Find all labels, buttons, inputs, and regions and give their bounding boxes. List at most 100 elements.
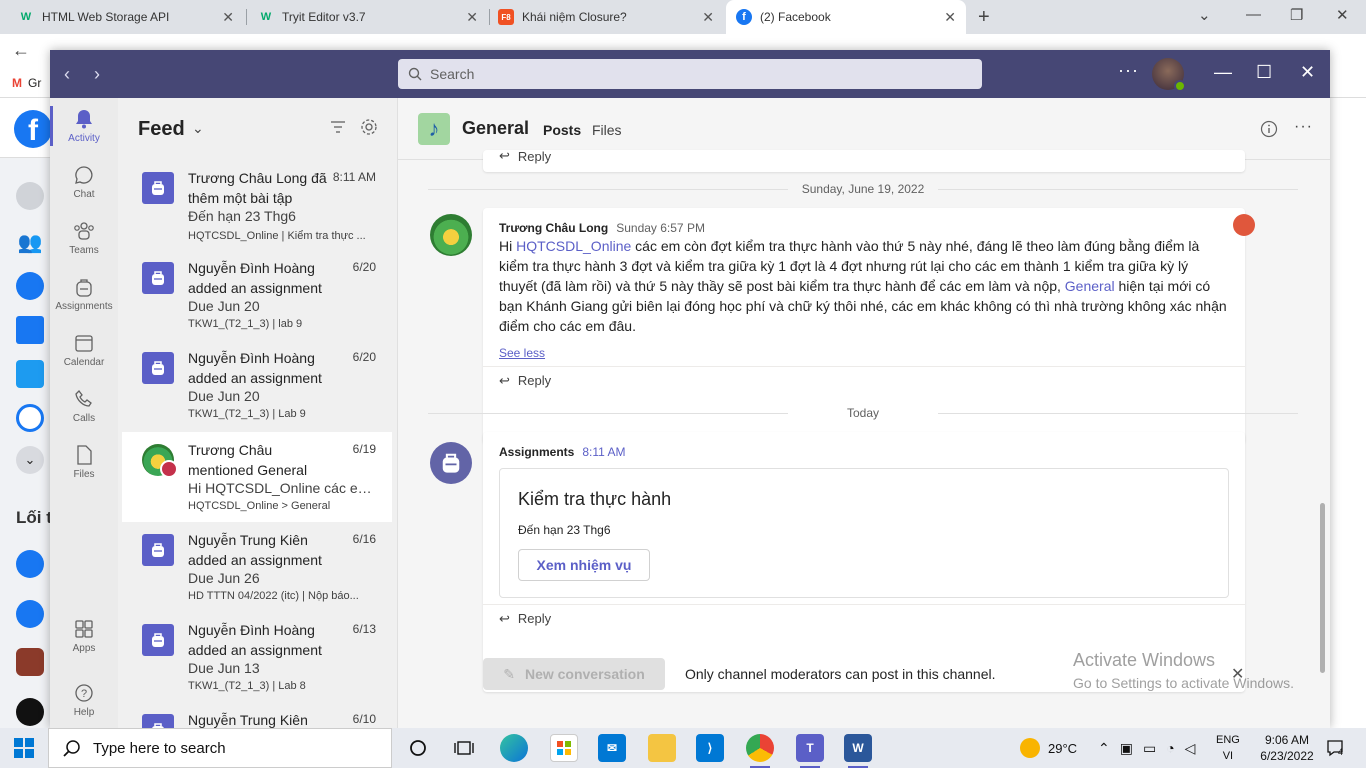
notification-center-icon[interactable]: 4 bbox=[1326, 739, 1344, 757]
feed-item[interactable]: Nguyễn Đình Hoàng added an assignment 6/… bbox=[122, 340, 392, 430]
rail-files[interactable]: Files bbox=[50, 434, 118, 490]
teams-search-input[interactable]: Search bbox=[398, 59, 982, 89]
facebook-icon: f bbox=[736, 9, 752, 25]
mention-link[interactable]: HQTCSDL_Online bbox=[516, 238, 631, 254]
rail-calendar[interactable]: Calendar bbox=[50, 322, 118, 378]
memories-icon[interactable] bbox=[16, 404, 44, 432]
new-tab-button[interactable]: + bbox=[978, 6, 990, 29]
file-explorer-icon[interactable] bbox=[648, 734, 676, 762]
teams-taskbar-icon[interactable]: T bbox=[796, 734, 824, 768]
volume-icon[interactable]: ◁ bbox=[1185, 740, 1196, 757]
close-browser-icon[interactable]: ✕ bbox=[1336, 6, 1349, 24]
feed-item-subtitle: Hi HQTCSDL_Online các em ... bbox=[188, 480, 378, 496]
rail-label: Chat bbox=[73, 189, 95, 200]
close-icon[interactable]: ✕ bbox=[1300, 62, 1315, 83]
minimize-browser-icon[interactable]: — bbox=[1246, 6, 1261, 23]
rail-teams[interactable]: Teams bbox=[50, 210, 118, 266]
taskbar-search-input[interactable]: Type here to search bbox=[48, 728, 392, 768]
rail-activity[interactable]: Activity bbox=[50, 98, 118, 154]
meet-icon[interactable]: ▣ bbox=[1120, 740, 1133, 757]
feed-item[interactable]: Nguyễn Trung Kiên 6/10 bbox=[122, 702, 392, 728]
browser-tab-tryit[interactable]: W Tryit Editor v3.7 ✕ bbox=[248, 0, 488, 34]
cortana-icon[interactable] bbox=[404, 734, 432, 762]
reply-button[interactable]: ↩ Reply bbox=[483, 366, 1245, 394]
group-shortcut-icon[interactable] bbox=[16, 600, 44, 628]
chevron-up-icon[interactable]: ⌃ bbox=[1098, 740, 1110, 757]
assignments-bot-avatar bbox=[430, 442, 472, 484]
mail-icon[interactable]: ✉ bbox=[598, 734, 626, 762]
close-tab-icon[interactable]: ✕ bbox=[466, 9, 478, 26]
reply-button[interactable]: ↩ Reply bbox=[483, 150, 1245, 170]
post-author[interactable]: Assignments bbox=[499, 445, 574, 459]
feed-item-title: Nguyễn Đình Hoàng added an assignment bbox=[188, 350, 322, 386]
marketplace-icon[interactable] bbox=[16, 316, 44, 344]
windows-start-icon[interactable] bbox=[14, 738, 34, 761]
mention-link[interactable]: General bbox=[1065, 278, 1115, 294]
facebook-logo-icon[interactable]: f bbox=[14, 110, 52, 148]
rail-calls[interactable]: Calls bbox=[50, 378, 118, 434]
chrome-icon[interactable] bbox=[746, 734, 774, 768]
word-icon[interactable]: W bbox=[844, 734, 872, 768]
clock-date: 6/23/2022 bbox=[1260, 749, 1314, 763]
feed-item-selected[interactable]: Trương Châu mentioned General 6/19 Hi HQ… bbox=[122, 432, 392, 522]
tab-search-icon[interactable]: ⌄ bbox=[1198, 6, 1211, 24]
feed-item[interactable]: Nguyễn Đình Hoàng added an assignment 6/… bbox=[122, 612, 392, 702]
group-shortcut-icon[interactable] bbox=[16, 550, 44, 578]
close-icon[interactable]: ✕ bbox=[1231, 664, 1244, 684]
feed-item[interactable]: Nguyễn Đình Hoàng added an assignment 6/… bbox=[122, 250, 392, 340]
assignment-due: Đến hạn 23 Thg6 bbox=[518, 523, 611, 537]
close-tab-icon[interactable]: ✕ bbox=[702, 9, 714, 26]
close-tab-icon[interactable]: ✕ bbox=[944, 9, 956, 26]
more-options-icon[interactable]: ··· bbox=[1118, 60, 1139, 81]
see-more-icon[interactable]: ⌄ bbox=[16, 446, 44, 474]
new-conversation-button[interactable]: ✎ New conversation bbox=[483, 658, 665, 690]
game-shortcut-icon[interactable] bbox=[16, 648, 44, 676]
see-less-link[interactable]: See less bbox=[499, 346, 545, 360]
info-icon[interactable] bbox=[1260, 120, 1278, 141]
rail-chat[interactable]: Chat bbox=[50, 154, 118, 210]
watch-icon[interactable] bbox=[16, 360, 44, 388]
minimize-icon[interactable]: — bbox=[1214, 62, 1232, 83]
feed-title[interactable]: Feed bbox=[138, 118, 185, 141]
browser-tab-web-storage[interactable]: W HTML Web Storage API ✕ bbox=[8, 0, 244, 34]
feed-item[interactable]: Trương Châu Long đã thêm một bài tập 8:1… bbox=[122, 160, 392, 250]
scrollbar[interactable] bbox=[1320, 503, 1325, 673]
post-time: Sunday 6:57 PM bbox=[616, 221, 705, 235]
rail-assignments[interactable]: Assignments bbox=[50, 266, 118, 322]
system-clock[interactable]: 9:06 AM 6/23/2022 bbox=[1252, 732, 1322, 764]
back-arrow-icon[interactable]: ‹ bbox=[64, 64, 70, 85]
vscode-icon[interactable]: ⟩ bbox=[696, 734, 724, 762]
post-author[interactable]: Trương Châu Long bbox=[499, 221, 608, 235]
more-options-icon[interactable]: ··· bbox=[1294, 118, 1313, 136]
shortcut-icon[interactable] bbox=[16, 698, 44, 726]
weather-widget[interactable]: 29°C bbox=[1020, 728, 1077, 768]
forward-arrow-icon[interactable]: › bbox=[94, 64, 100, 85]
filter-icon[interactable] bbox=[330, 120, 346, 137]
gear-icon[interactable] bbox=[360, 118, 378, 139]
chevron-down-icon[interactable]: ⌄ bbox=[192, 120, 204, 137]
edge-icon[interactable] bbox=[500, 734, 528, 762]
user-avatar[interactable] bbox=[1152, 58, 1186, 92]
view-assignment-button[interactable]: Xem nhiệm vụ bbox=[518, 549, 650, 581]
close-tab-icon[interactable]: ✕ bbox=[222, 9, 234, 26]
rail-apps[interactable]: Apps bbox=[50, 608, 118, 664]
profile-icon[interactable] bbox=[16, 182, 44, 210]
restore-browser-icon[interactable]: ❐ bbox=[1290, 6, 1303, 24]
browser-tab-closure[interactable]: F8 Khái niệm Closure? ✕ bbox=[488, 0, 724, 34]
bookmark-gmail[interactable]: M Gr bbox=[12, 76, 41, 90]
wifi-icon[interactable]: ◔ bbox=[1166, 740, 1174, 756]
task-view-icon[interactable] bbox=[450, 734, 478, 762]
language-indicator[interactable]: ENG VI bbox=[1216, 732, 1240, 764]
tab-files[interactable]: Files bbox=[592, 122, 622, 138]
friends-icon[interactable]: 👥 bbox=[16, 230, 44, 258]
rail-help[interactable]: ? Help bbox=[50, 672, 118, 728]
reply-button[interactable]: ↩ Reply bbox=[483, 604, 1245, 632]
battery-icon[interactable]: ▭ bbox=[1143, 740, 1156, 757]
store-icon[interactable] bbox=[550, 734, 578, 762]
maximize-icon[interactable]: ☐ bbox=[1256, 62, 1272, 83]
feed-item[interactable]: Nguyễn Trung Kiên added an assignment 6/… bbox=[122, 522, 392, 612]
browser-tab-facebook[interactable]: f (2) Facebook ✕ bbox=[726, 0, 966, 34]
groups-icon[interactable] bbox=[16, 272, 44, 300]
tab-posts[interactable]: Posts bbox=[543, 122, 581, 138]
back-icon[interactable]: ← bbox=[12, 40, 30, 61]
